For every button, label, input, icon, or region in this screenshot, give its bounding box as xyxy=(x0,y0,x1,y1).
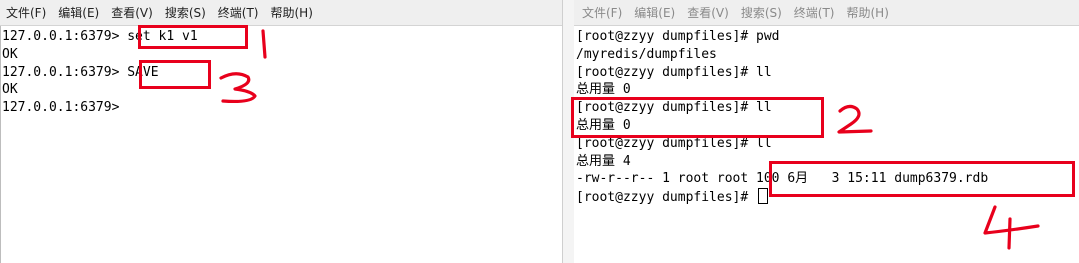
terminal-line: [root@zzyy dumpfiles]# ll xyxy=(576,64,772,80)
menu-file[interactable]: 文件(F) xyxy=(582,4,622,21)
annotation-box-1 xyxy=(138,25,248,49)
left-edge-line xyxy=(0,26,1,263)
text-cursor xyxy=(758,188,769,205)
menu-help[interactable]: 帮助(H) xyxy=(271,4,313,21)
menu-terminal[interactable]: 终端(T) xyxy=(794,4,835,21)
terminal-line: OK xyxy=(2,82,18,98)
terminal-line: 127.0.0.1:6379> SAVE xyxy=(2,64,159,80)
menu-edit[interactable]: 编辑(E) xyxy=(58,4,99,21)
terminal-line: 127.0.0.1:6379> xyxy=(2,100,120,116)
right-terminal-output[interactable]: [root@zzyy dumpfiles]# pwd /myredis/dump… xyxy=(576,28,1079,263)
menu-search[interactable]: 搜索(S) xyxy=(741,4,782,21)
menu-view[interactable]: 查看(V) xyxy=(111,4,153,21)
terminal-line: OK xyxy=(2,46,18,62)
terminal-line: [root@zzyy dumpfiles]# pwd xyxy=(576,29,780,44)
menu-view[interactable]: 查看(V) xyxy=(687,4,729,21)
left-menubar: 文件(F) 编辑(E) 查看(V) 搜索(S) 终端(T) 帮助(H) xyxy=(0,0,562,26)
menu-search[interactable]: 搜索(S) xyxy=(165,4,206,21)
menu-file[interactable]: 文件(F) xyxy=(6,4,46,21)
annotation-box-3 xyxy=(139,60,211,89)
right-menubar: 文件(F) 编辑(E) 查看(V) 搜索(S) 终端(T) 帮助(H) xyxy=(574,0,1079,26)
left-terminal-window: 文件(F) 编辑(E) 查看(V) 搜索(S) 终端(T) 帮助(H) 127.… xyxy=(0,0,563,263)
menu-edit[interactable]: 编辑(E) xyxy=(634,4,675,21)
terminal-line: 127.0.0.1:6379> set k1 v1 xyxy=(2,29,198,44)
annotation-box-4 xyxy=(769,161,1075,197)
left-terminal-output[interactable]: 127.0.0.1:6379> set k1 v1 OK 127.0.0.1:6… xyxy=(2,28,562,263)
terminal-line: /myredis/dumpfiles xyxy=(576,46,717,62)
prompt-text: [root@zzyy dumpfiles]# xyxy=(576,190,757,206)
annotation-box-2 xyxy=(571,97,824,138)
menu-terminal[interactable]: 终端(T) xyxy=(218,4,259,21)
menu-help[interactable]: 帮助(H) xyxy=(847,4,889,21)
